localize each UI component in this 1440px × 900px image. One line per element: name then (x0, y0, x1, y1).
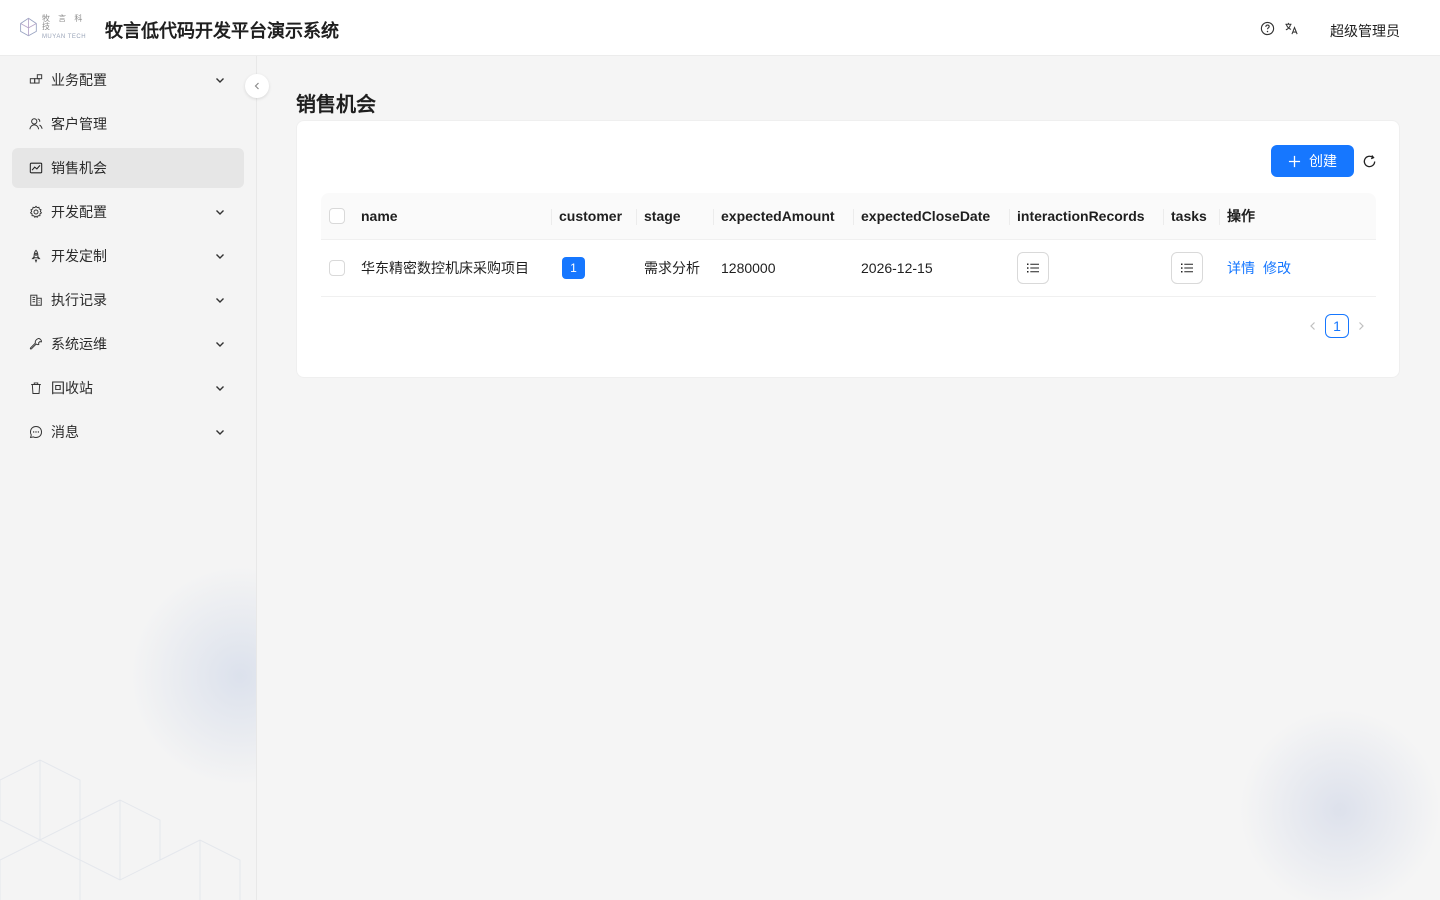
sidebar-item-label: 客户管理 (51, 116, 107, 132)
customer-tag[interactable]: 1 (562, 257, 585, 279)
sidebar-item-system-ops[interactable]: 系统运维 (12, 324, 244, 364)
sidebar-item-execution-log[interactable]: 执行记录 (12, 280, 244, 320)
tasks-button[interactable] (1171, 252, 1203, 284)
sidebar-collapse-button[interactable] (245, 74, 269, 98)
app-title: 牧言低代码开发平台演示系统 (105, 21, 339, 41)
chevron-down-icon (216, 254, 224, 259)
company-logo[interactable]: 牧 言 科 技 MUYAN TECH (18, 14, 94, 40)
sidebar-item-label: 业务配置 (51, 72, 107, 88)
select-all-checkbox[interactable] (329, 208, 345, 224)
column-header-tasks[interactable]: tasks (1163, 193, 1219, 239)
chart-line-icon (28, 160, 44, 176)
column-header-customer[interactable]: customer (551, 193, 636, 239)
sidebar-item-sales-opportunity[interactable]: 销售机会 (12, 148, 244, 188)
logo-mark-icon (20, 17, 37, 37)
table-row: 华东精密数控机床采购项目 1 需求分析 1280000 2026-12-15 详… (321, 240, 1376, 297)
sidebar-item-messages[interactable]: 消息 (12, 412, 244, 452)
chevron-down-icon (216, 298, 224, 303)
refresh-icon[interactable] (1361, 153, 1377, 169)
create-button[interactable]: 创建 (1271, 145, 1354, 177)
cell-stage: 需求分析 (644, 260, 700, 276)
users-icon (28, 116, 44, 132)
sidebar-item-label: 消息 (51, 424, 79, 440)
sidebar-item-label: 系统运维 (51, 336, 107, 352)
create-button-label: 创建 (1309, 153, 1337, 169)
message-icon (28, 424, 44, 440)
prev-page-icon[interactable] (1305, 318, 1321, 334)
sidebar-item-label: 执行记录 (51, 292, 107, 308)
logo-text-en: MUYAN TECH (41, 33, 87, 40)
blocks-icon (28, 72, 44, 88)
sidebar-item-label: 开发配置 (51, 204, 107, 220)
column-header-stage[interactable]: stage (636, 193, 713, 239)
trash-icon (28, 380, 44, 396)
sidebar-item-label: 开发定制 (51, 248, 107, 264)
pagination: 1 (1305, 313, 1369, 339)
top-header: 牧 言 科 技 MUYAN TECH 牧言低代码开发平台演示系统 超级管理员 (0, 0, 1440, 56)
decorative-pattern (0, 759, 241, 900)
detail-link[interactable]: 详情 (1227, 258, 1255, 278)
user-menu[interactable]: 超级管理员 (1330, 21, 1410, 41)
sidebar-item-dev-config[interactable]: 开发配置 (12, 192, 244, 232)
column-header-interaction-records[interactable]: interactionRecords (1009, 193, 1163, 239)
sidebar: 业务配置 客户管理 销售机会 开发配置 开发定制 执行记录 系统运维 回收站 消… (0, 56, 257, 900)
sidebar-item-label: 销售机会 (51, 160, 107, 176)
interaction-records-button[interactable] (1017, 252, 1049, 284)
sidebar-item-recycle-bin[interactable]: 回收站 (12, 368, 244, 408)
translate-icon[interactable] (1282, 19, 1300, 37)
column-header-expected-close-date[interactable]: expectedCloseDate (853, 193, 1009, 239)
sidebar-item-customers[interactable]: 客户管理 (12, 104, 244, 144)
column-header-actions: 操作 (1219, 193, 1376, 239)
plus-icon (1288, 155, 1301, 168)
cell-expected-close-date: 2026-12-15 (861, 260, 933, 276)
gear-icon (28, 204, 44, 220)
chevron-left-icon (254, 82, 259, 90)
list-icon (1027, 263, 1039, 273)
chevron-down-icon (216, 342, 224, 347)
list-icon (1181, 263, 1193, 273)
page-number[interactable]: 1 (1325, 314, 1349, 338)
rocket-icon (28, 248, 44, 264)
logo-text-cn: 牧 言 科 技 (41, 13, 86, 31)
cell-expected-amount: 1280000 (721, 260, 776, 276)
edit-link[interactable]: 修改 (1263, 258, 1291, 278)
content-card: 创建 name customer stage expectedAmount ex… (296, 120, 1400, 378)
help-icon[interactable] (1258, 19, 1276, 37)
chevron-down-icon (216, 78, 224, 83)
sales-opportunity-table: name customer stage expectedAmount expec… (321, 193, 1376, 297)
sidebar-item-business-config[interactable]: 业务配置 (12, 60, 244, 100)
sidebar-item-label: 回收站 (51, 380, 93, 396)
column-header-expected-amount[interactable]: expectedAmount (713, 193, 853, 239)
sidebar-item-dev-custom[interactable]: 开发定制 (12, 236, 244, 276)
column-header-name[interactable]: name (353, 193, 551, 239)
row-checkbox[interactable] (329, 260, 345, 276)
chevron-down-icon (216, 210, 224, 215)
decorative-background (1230, 700, 1440, 900)
sidebar-menu: 业务配置 客户管理 销售机会 开发配置 开发定制 执行记录 系统运维 回收站 消… (12, 60, 244, 456)
building-icon (28, 292, 44, 308)
cell-name: 华东精密数控机床采购项目 (361, 260, 529, 276)
table-header: name customer stage expectedAmount expec… (321, 193, 1376, 240)
wrench-icon (28, 336, 44, 352)
page-title: 销售机会 (296, 94, 376, 116)
next-page-icon[interactable] (1353, 318, 1369, 334)
chevron-down-icon (216, 386, 224, 391)
chevron-down-icon (216, 430, 224, 435)
